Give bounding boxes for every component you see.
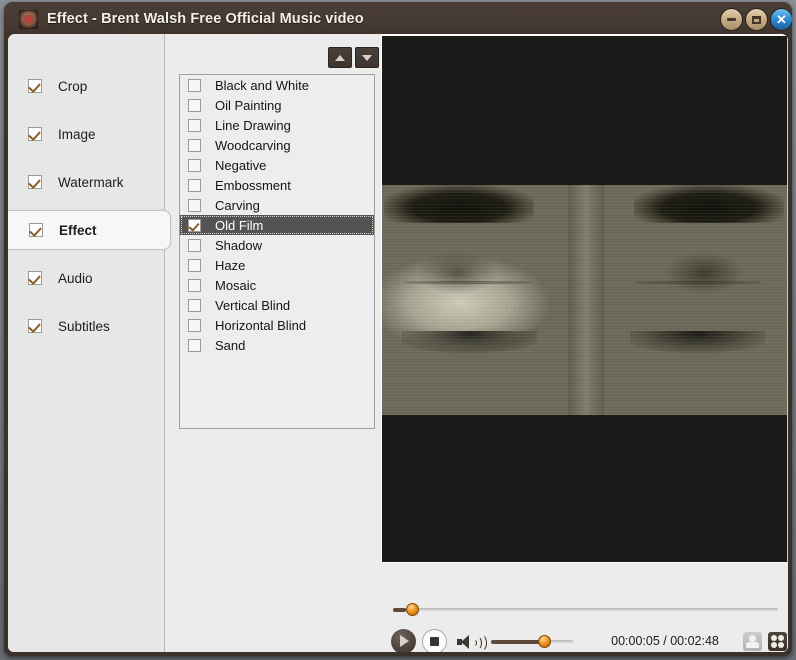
volume-progress xyxy=(491,640,544,644)
sidebar-item-label: Audio xyxy=(58,270,93,286)
video-image xyxy=(382,185,787,415)
checkbox-icon[interactable] xyxy=(188,198,201,212)
list-item[interactable]: Black and White xyxy=(180,75,374,95)
stop-button[interactable] xyxy=(422,629,447,652)
minimize-button[interactable] xyxy=(720,8,743,31)
sidebar-item-image[interactable]: Image xyxy=(8,114,164,154)
seek-slider-thumb[interactable] xyxy=(406,603,419,616)
transport-bar: 00:00:05 / 00:02:48 xyxy=(381,563,788,652)
move-down-button[interactable] xyxy=(355,47,379,68)
effect-list[interactable]: Black and White Oil Painting Line Drawin… xyxy=(179,74,375,429)
maximize-icon xyxy=(746,9,767,30)
list-item[interactable]: Oil Painting xyxy=(180,95,374,115)
play-button[interactable] xyxy=(391,629,416,652)
list-item-label: Haze xyxy=(215,257,246,273)
sidebar-item-crop[interactable]: Crop xyxy=(8,66,164,106)
minimize-icon xyxy=(721,9,742,30)
checkbox-icon[interactable] xyxy=(188,138,201,152)
checkbox-icon[interactable] xyxy=(188,118,201,132)
effect-panel: Black and White Oil Painting Line Drawin… xyxy=(165,34,385,652)
sidebar-item-label: Subtitles xyxy=(58,318,110,334)
list-item-label: Negative xyxy=(215,157,267,173)
sidebar-item-watermark[interactable]: Watermark xyxy=(8,162,164,202)
video-preview[interactable] xyxy=(382,36,787,562)
move-up-button[interactable] xyxy=(328,47,352,68)
snapshot-folder-icon[interactable] xyxy=(768,632,787,651)
list-item[interactable]: Vertical Blind xyxy=(180,295,374,315)
list-item-label: Vertical Blind xyxy=(215,297,291,313)
chevron-up-icon xyxy=(335,54,345,61)
sidebar-item-subtitles[interactable]: Subtitles xyxy=(8,306,164,346)
window-title: Effect - Brent Walsh Free Official Music… xyxy=(47,11,364,27)
list-item[interactable]: Sand xyxy=(180,335,374,355)
close-icon: ✕ xyxy=(776,12,787,27)
list-item-label: Sand xyxy=(215,337,246,353)
checkbox-icon[interactable] xyxy=(28,319,42,333)
list-item[interactable]: Embossment xyxy=(180,175,374,195)
checkbox-icon[interactable] xyxy=(188,318,201,332)
app-icon xyxy=(19,10,38,29)
maximize-button[interactable] xyxy=(745,8,768,31)
checkbox-icon[interactable] xyxy=(188,298,201,312)
snapshot-icon[interactable] xyxy=(743,632,762,651)
checkbox-icon[interactable] xyxy=(188,238,201,252)
checkbox-icon[interactable] xyxy=(188,258,201,272)
list-item[interactable]: Line Drawing xyxy=(180,115,374,135)
checkbox-icon[interactable] xyxy=(28,271,42,285)
volume-slider-thumb[interactable] xyxy=(538,635,551,648)
list-item-label: Line Drawing xyxy=(215,117,291,133)
checkbox-icon[interactable] xyxy=(188,338,201,352)
application-window: Effect - Brent Walsh Free Official Music… xyxy=(4,2,792,656)
sidebar-item-label: Image xyxy=(58,126,96,142)
list-item-label: Shadow xyxy=(215,237,262,253)
chevron-down-icon xyxy=(362,54,372,61)
screen: Effect - Brent Walsh Free Official Music… xyxy=(0,0,796,660)
list-item[interactable]: Shadow xyxy=(180,235,374,255)
checkbox-icon[interactable] xyxy=(188,218,201,232)
title-bar: Effect - Brent Walsh Free Official Music… xyxy=(4,2,792,38)
client-area: Crop Image Watermark Effect Audio Subtit… xyxy=(8,34,788,652)
speaker-icon[interactable] xyxy=(457,634,487,652)
sidebar-item-audio[interactable]: Audio xyxy=(8,258,164,298)
list-item-selected[interactable]: Old Film xyxy=(180,215,374,235)
list-item[interactable]: Negative xyxy=(180,155,374,175)
checkbox-icon[interactable] xyxy=(28,175,42,189)
checkbox-icon[interactable] xyxy=(188,78,201,92)
list-item[interactable]: Haze xyxy=(180,255,374,275)
list-item-label: Horizontal Blind xyxy=(215,317,307,333)
sidebar-item-effect[interactable]: Effect xyxy=(8,210,171,250)
checkbox-icon[interactable] xyxy=(28,79,42,93)
timecode-display: 00:00:05 / 00:02:48 xyxy=(611,634,719,648)
list-item[interactable]: Woodcarving xyxy=(180,135,374,155)
list-item-label: Carving xyxy=(215,197,260,213)
film-grain-overlay xyxy=(382,185,787,415)
close-window-button[interactable]: ✕ xyxy=(770,8,792,31)
sidebar-item-label: Watermark xyxy=(58,174,124,190)
sidebar-item-label: Crop xyxy=(58,78,88,94)
list-item-label: Oil Painting xyxy=(215,97,282,113)
checkbox-icon[interactable] xyxy=(188,178,201,192)
list-item[interactable]: Mosaic xyxy=(180,275,374,295)
list-item-label: Embossment xyxy=(215,177,291,193)
volume-slider[interactable] xyxy=(491,635,573,648)
video-frame xyxy=(381,34,788,563)
checkbox-icon[interactable] xyxy=(188,278,201,292)
list-item[interactable]: Carving xyxy=(180,195,374,215)
sidebar-item-label: Effect xyxy=(59,222,97,238)
list-item-label: Mosaic xyxy=(215,277,257,293)
list-item[interactable]: Horizontal Blind xyxy=(180,315,374,335)
list-item-label: Black and White xyxy=(215,77,309,93)
list-item-label: Old Film xyxy=(215,217,264,233)
seek-progress xyxy=(393,608,406,612)
checkbox-icon[interactable] xyxy=(29,223,43,237)
checkbox-icon[interactable] xyxy=(188,98,201,112)
checkbox-icon[interactable] xyxy=(188,158,201,172)
preview-column: 00:00:05 / 00:02:48 xyxy=(381,34,788,652)
seek-slider[interactable] xyxy=(393,603,778,616)
checkbox-icon[interactable] xyxy=(28,127,42,141)
list-item-label: Woodcarving xyxy=(215,137,291,153)
